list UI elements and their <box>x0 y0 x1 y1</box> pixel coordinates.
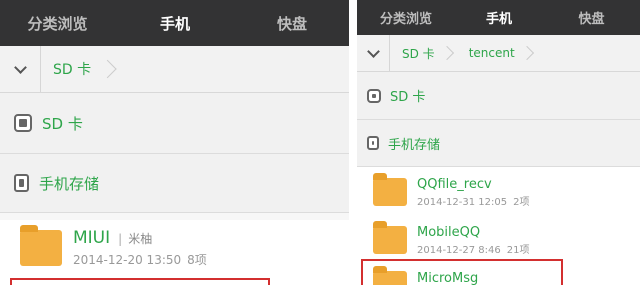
chevron-down-icon <box>366 44 380 58</box>
folder-icon <box>20 225 62 266</box>
top-nav: 分类浏览 手机 快盘 <box>357 0 640 35</box>
folder-date: 2014-12-31 12:05 <box>417 196 508 208</box>
highlight-box <box>10 278 270 285</box>
tab-kuaipan[interactable]: 快盘 <box>543 0 640 35</box>
breadcrumb-toggle-button[interactable] <box>357 35 390 71</box>
storage-label: SD 卡 <box>42 114 83 133</box>
storage-item-sd-card[interactable]: SD 卡 <box>0 93 349 154</box>
storage-label: SD 卡 <box>390 90 426 105</box>
breadcrumb: SD 卡 tencent <box>357 35 640 72</box>
folder-count: 8项 <box>187 253 207 267</box>
breadcrumb: SD 卡 <box>0 46 349 93</box>
tab-phone[interactable]: 手机 <box>115 0 235 46</box>
list-item-mobileqq[interactable]: MobileQQ 2014-12-27 8:46 21项 <box>357 217 640 263</box>
folder-name: MobileQQ <box>417 224 481 240</box>
folder-date: 2014-12-20 13:50 <box>73 253 182 267</box>
sd-card-icon <box>367 88 381 103</box>
folder-count: 2项 <box>513 196 530 208</box>
right-screenshot: 分类浏览 手机 快盘 SD 卡 tencent SD 卡 手机存储 QQfile… <box>357 0 640 285</box>
tab-phone[interactable]: 手机 <box>455 0 543 35</box>
breadcrumb-item-sd-card[interactable]: SD 卡 <box>41 46 119 92</box>
folder-meta: 2014-12-20 13:50 8项 <box>73 251 207 268</box>
left-screenshot: 分类浏览 手机 快盘 SD 卡 SD 卡 手机存储 MIUI 米柚 2014-12… <box>0 0 349 285</box>
top-nav: 分类浏览 手机 快盘 <box>0 0 349 46</box>
storage-item-phone[interactable]: 手机存储 <box>0 154 349 213</box>
file-list: MIUI 米柚 2014-12-20 13:50 8项 <box>0 220 349 285</box>
uploader-label: 米柚 <box>118 232 152 246</box>
breadcrumb-item-tencent[interactable]: tencent <box>457 35 537 71</box>
folder-icon <box>373 221 407 254</box>
chevron-down-icon <box>13 60 27 74</box>
divider <box>349 0 357 285</box>
storage-label: 手机存储 <box>388 137 441 153</box>
phone-icon <box>14 174 29 192</box>
storage-item-phone[interactable]: 手机存储 <box>357 120 640 167</box>
folder-icon <box>373 173 407 206</box>
folder-name: MIUI <box>73 228 111 248</box>
phone-icon <box>367 136 379 150</box>
folder-count: 21项 <box>506 244 530 256</box>
highlight-box <box>361 259 563 285</box>
sd-card-icon <box>14 114 32 132</box>
storage-label: 手机存储 <box>39 174 100 193</box>
folder-date: 2014-12-27 8:46 <box>417 244 501 256</box>
folder-meta: 2014-12-27 8:46 21项 <box>417 241 529 256</box>
folder-name: QQfile_recv <box>417 176 492 192</box>
breadcrumb-toggle-button[interactable] <box>0 46 41 92</box>
tab-category-browse[interactable]: 分类浏览 <box>357 0 455 35</box>
tab-kuaipan[interactable]: 快盘 <box>235 0 349 46</box>
list-item-qqfile-recv[interactable]: QQfile_recv 2014-12-31 12:05 2项 <box>357 169 640 215</box>
folder-meta: 2014-12-31 12:05 2项 <box>417 193 530 208</box>
list-item-miui[interactable]: MIUI 米柚 2014-12-20 13:50 8项 <box>0 220 349 276</box>
tab-category-browse[interactable]: 分类浏览 <box>0 0 115 46</box>
breadcrumb-item-sd-card[interactable]: SD 卡 <box>390 35 457 71</box>
storage-item-sd-card[interactable]: SD 卡 <box>357 72 640 120</box>
